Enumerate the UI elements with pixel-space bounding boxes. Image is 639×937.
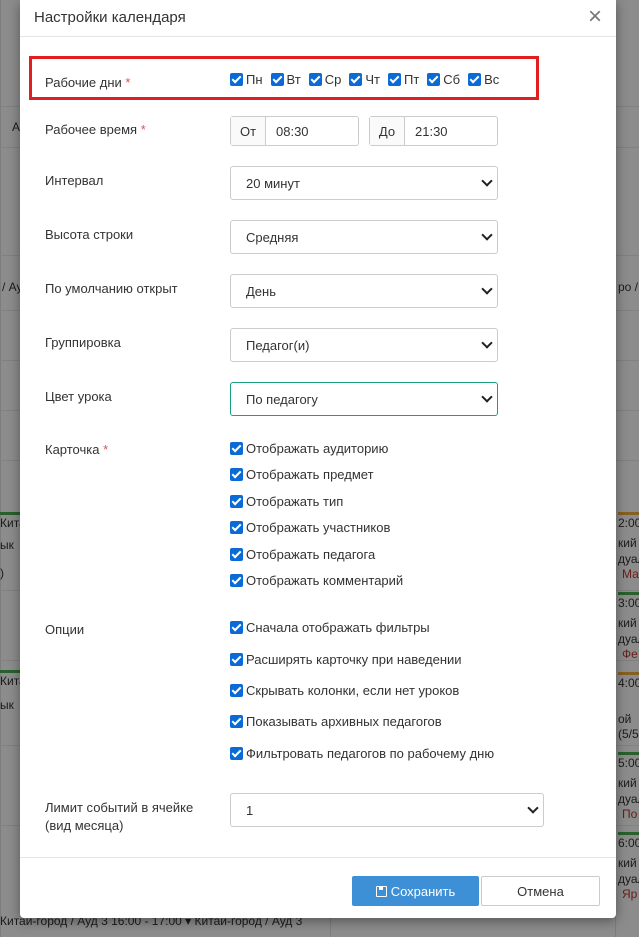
option-expand-card-hover[interactable]: Расширять карточку при наведении xyxy=(230,652,462,667)
checkbox-checked-icon[interactable] xyxy=(230,747,243,760)
option-show-archived-teachers[interactable]: Показывать архивных педагогов xyxy=(230,714,442,729)
day-checkbox-mon[interactable]: Пн xyxy=(230,72,263,87)
chevron-down-icon xyxy=(481,229,493,241)
checkbox-checked-icon[interactable] xyxy=(230,548,243,561)
card-option-teacher[interactable]: Отображать педагога xyxy=(230,547,375,562)
card-label: Карточка * xyxy=(45,442,109,457)
checkbox-checked-icon[interactable] xyxy=(468,73,482,86)
event-limit-select[interactable]: 1 xyxy=(230,793,544,827)
row-height-label: Высота строки xyxy=(45,227,134,242)
grouping-value: Педагог(и) xyxy=(246,337,310,353)
checkbox-checked-icon[interactable] xyxy=(230,468,243,481)
lesson-color-select[interactable]: По педагогу xyxy=(230,382,498,416)
checkbox-checked-icon[interactable] xyxy=(230,715,243,728)
from-value[interactable]: 08:30 xyxy=(266,117,309,145)
event-limit-label: Лимит событий в ячейке (вид месяца) xyxy=(45,800,194,833)
work-time-to-input[interactable]: До 21:30 xyxy=(369,116,498,146)
option-filter-teachers-workday[interactable]: Фильтровать педагогов по рабочему дню xyxy=(230,746,494,761)
day-checkbox-wed[interactable]: Ср xyxy=(308,72,341,87)
work-time-from-input[interactable]: От 08:30 xyxy=(230,116,359,146)
chevron-down-icon xyxy=(481,337,493,349)
row-height-select[interactable]: Средняя xyxy=(230,220,498,254)
checkbox-checked-icon[interactable] xyxy=(308,73,322,86)
options-label: Опции xyxy=(45,622,85,637)
to-value[interactable]: 21:30 xyxy=(405,117,448,145)
interval-label: Интервал xyxy=(45,173,104,188)
chevron-down-icon xyxy=(481,283,493,295)
card-option-comment[interactable]: Отображать комментарий xyxy=(230,573,403,588)
grouping-select[interactable]: Педагог(и) xyxy=(230,328,498,362)
chevron-down-icon xyxy=(481,391,493,403)
checkbox-checked-icon[interactable] xyxy=(230,621,243,634)
card-option-participants[interactable]: Отображать участников xyxy=(230,520,390,535)
checkbox-checked-icon[interactable] xyxy=(230,73,243,86)
checkbox-checked-icon[interactable] xyxy=(230,684,243,697)
floppy-disk-icon xyxy=(375,885,387,897)
checkbox-checked-icon[interactable] xyxy=(230,495,243,508)
interval-select[interactable]: 20 минут xyxy=(230,166,498,200)
save-button[interactable]: Сохранить xyxy=(352,876,479,906)
interval-value: 20 минут xyxy=(246,175,300,191)
card-option-subject[interactable]: Отображать предмет xyxy=(230,467,374,482)
chevron-down-icon xyxy=(527,802,539,814)
day-checkbox-tue[interactable]: Вт xyxy=(270,72,301,87)
option-hide-empty-columns[interactable]: Скрывать колонки, если нет уроков xyxy=(230,683,459,698)
checkbox-checked-icon[interactable] xyxy=(230,442,243,455)
footer-divider xyxy=(20,857,616,858)
modal-title: Настройки календаря xyxy=(34,9,186,26)
checkbox-checked-icon[interactable] xyxy=(427,73,441,86)
card-option-type[interactable]: Отображать тип xyxy=(230,494,343,509)
event-limit-value: 1 xyxy=(246,802,254,818)
chevron-down-icon xyxy=(481,175,493,187)
cancel-button[interactable]: Отмена xyxy=(481,876,600,906)
modal-header: Настройки календаря × xyxy=(20,0,616,37)
work-days-label: Рабочие дни * xyxy=(45,75,131,90)
to-addon: До xyxy=(370,117,405,145)
option-show-filters-first[interactable]: Сначала отображать фильтры xyxy=(230,620,430,635)
day-checkbox-fri[interactable]: Пт xyxy=(387,72,419,87)
card-option-room[interactable]: Отображать аудиторию xyxy=(230,441,388,456)
lesson-color-value: По педагогу xyxy=(246,391,318,407)
checkbox-checked-icon[interactable] xyxy=(387,73,401,86)
day-checkbox-sun[interactable]: Вс xyxy=(468,72,499,87)
grouping-label: Группировка xyxy=(45,335,121,350)
checkbox-checked-icon[interactable] xyxy=(230,521,243,534)
checkbox-checked-icon[interactable] xyxy=(270,73,284,86)
default-open-value: День xyxy=(246,283,276,299)
day-checkbox-sat[interactable]: Сб xyxy=(427,72,460,87)
calendar-settings-modal: Настройки календаря × Рабочие дни * Пн В… xyxy=(20,0,616,918)
checkbox-checked-icon[interactable] xyxy=(230,653,243,666)
work-days-checkboxes: Пн Вт Ср Чт Пт Сб Вс xyxy=(230,72,507,87)
from-addon: От xyxy=(231,117,266,145)
row-height-value: Средняя xyxy=(246,229,299,245)
checkbox-checked-icon[interactable] xyxy=(349,73,363,86)
day-checkbox-thu[interactable]: Чт xyxy=(349,72,380,87)
close-icon[interactable]: × xyxy=(588,5,602,29)
default-open-label: По умолчанию открыт xyxy=(45,281,178,296)
lesson-color-label: Цвет урока xyxy=(45,389,112,404)
default-open-select[interactable]: День xyxy=(230,274,498,308)
work-time-label: Рабочее время * xyxy=(45,122,146,137)
save-label: Сохранить xyxy=(390,883,456,899)
checkbox-checked-icon[interactable] xyxy=(230,574,243,587)
